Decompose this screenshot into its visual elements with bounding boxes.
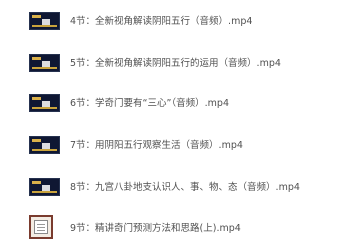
file-row-6[interactable]: 6节：学奇门要有“三心”（音频）.mp4	[0, 87, 340, 117]
file-name: 8节：九宫八卦地支认识人、事、物、态（音频）.mp4	[70, 182, 300, 193]
file-name: 4节：全新视角解读阴阳五行（音频）.mp4	[70, 16, 253, 27]
file-row-5[interactable]: 5节：全新视角解读阴阳五行的运用（音频）.mp4	[0, 47, 340, 77]
file-list: 4节：全新视角解读阴阳五行（音频）.mp4 5节：全新视角解读阴阳五行的运用（音…	[0, 0, 340, 252]
file-name: 5节：全新视角解读阴阳五行的运用（音频）.mp4	[70, 58, 281, 69]
video-thumbnail-icon	[29, 136, 60, 154]
file-row-4[interactable]: 4节：全新视角解读阴阳五行（音频）.mp4	[0, 5, 340, 35]
document-thumbnail-icon	[29, 215, 53, 239]
file-name: 7节：用阴阳五行观察生活（音频）.mp4	[70, 140, 243, 151]
video-thumbnail-icon	[29, 12, 60, 30]
video-thumbnail-icon	[29, 54, 60, 72]
file-row-9[interactable]: 9节：精讲奇门预测方法和思路(上).mp4	[0, 212, 340, 242]
file-name: 9节：精讲奇门预测方法和思路(上).mp4	[70, 223, 241, 234]
video-thumbnail-icon	[29, 178, 60, 196]
file-name: 6节：学奇门要有“三心”（音频）.mp4	[70, 98, 229, 109]
file-row-8[interactable]: 8节：九宫八卦地支认识人、事、物、态（音频）.mp4	[0, 171, 340, 201]
file-row-7[interactable]: 7节：用阴阳五行观察生活（音频）.mp4	[0, 129, 340, 159]
video-thumbnail-icon	[29, 94, 60, 112]
